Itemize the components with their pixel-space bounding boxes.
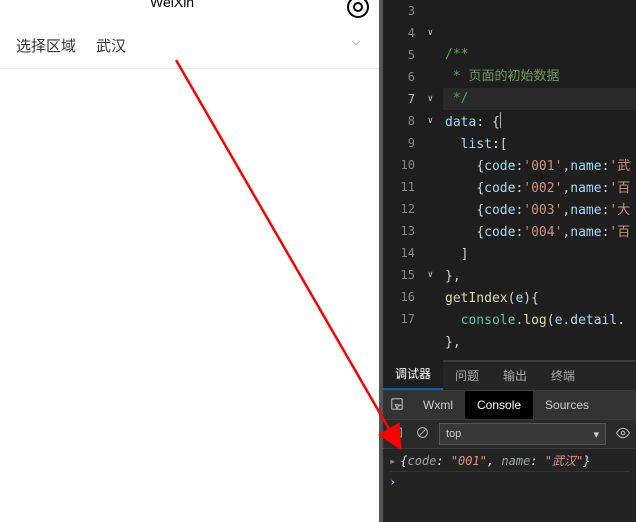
chevron-down-icon: ▾ (593, 428, 599, 441)
picker-value: 武汉 (96, 35, 349, 56)
context-select[interactable]: top ▾ (439, 423, 606, 445)
console-output[interactable]: ▸{code: "001", name: "武汉"} › (383, 449, 636, 492)
tab-output[interactable]: 输出 (491, 361, 539, 390)
expand-triangle-icon[interactable]: ▸ (389, 454, 396, 468)
tab-problems[interactable]: 问题 (443, 361, 491, 390)
capsule-close-icon[interactable] (347, 0, 369, 18)
fold-icon[interactable]: ∨ (428, 264, 433, 286)
console-prompt[interactable]: › (389, 472, 630, 492)
fold-icon[interactable]: ∨ (428, 110, 433, 132)
code-comment: /** (445, 47, 468, 62)
fold-icon[interactable]: ∨ (428, 22, 433, 44)
code-editor[interactable]: 3 4∨ 5 6 7∨ 8∨ 9 10 11 12 13 14 15∨ 16 1… (383, 0, 636, 360)
code-comment: * 页面的初始数据 (445, 69, 559, 84)
eye-icon[interactable] (610, 426, 636, 443)
devtools-primary-tabs: 调试器 问题 输出 终端 (383, 362, 636, 391)
devtools-panel: 调试器 问题 输出 终端 Wxml Console Sources top ▾ … (383, 360, 636, 522)
console-log-entry[interactable]: ▸{code: "001", name: "武汉"} (389, 451, 630, 472)
editor-caret (500, 112, 501, 128)
tab-sources[interactable]: Sources (533, 391, 601, 419)
simulator-title: WeiXin (150, 0, 194, 10)
clear-console-icon[interactable] (409, 426, 435, 442)
simulator-topbar: WeiXin (0, 0, 379, 22)
tab-wxml[interactable]: Wxml (411, 391, 465, 419)
fold-icon[interactable]: ∨ (428, 88, 433, 110)
tab-terminal[interactable]: 终端 (539, 361, 587, 390)
tab-console[interactable]: Console (465, 391, 533, 419)
code-body[interactable]: /** * 页面的初始数据 */ data: { list:[ {code:'0… (445, 0, 636, 376)
chevron-down-icon (349, 36, 363, 54)
simulator-pane: WeiXin 选择区域 武汉 (0, 0, 379, 522)
sidebar-toggle-icon[interactable] (383, 426, 409, 442)
console-toolbar: top ▾ (383, 420, 636, 449)
context-value: top (446, 428, 461, 440)
code-comment: */ (445, 91, 468, 106)
editor-gutter: 3 4∨ 5 6 7∨ 8∨ 9 10 11 12 13 14 15∨ 16 1… (383, 0, 439, 360)
picker-label: 选择区域 (16, 35, 96, 56)
tab-debugger[interactable]: 调试器 (383, 359, 443, 390)
devtools-secondary-tabs: Wxml Console Sources (383, 391, 636, 420)
inspect-icon[interactable] (383, 397, 411, 414)
region-picker[interactable]: 选择区域 武汉 (0, 22, 379, 69)
